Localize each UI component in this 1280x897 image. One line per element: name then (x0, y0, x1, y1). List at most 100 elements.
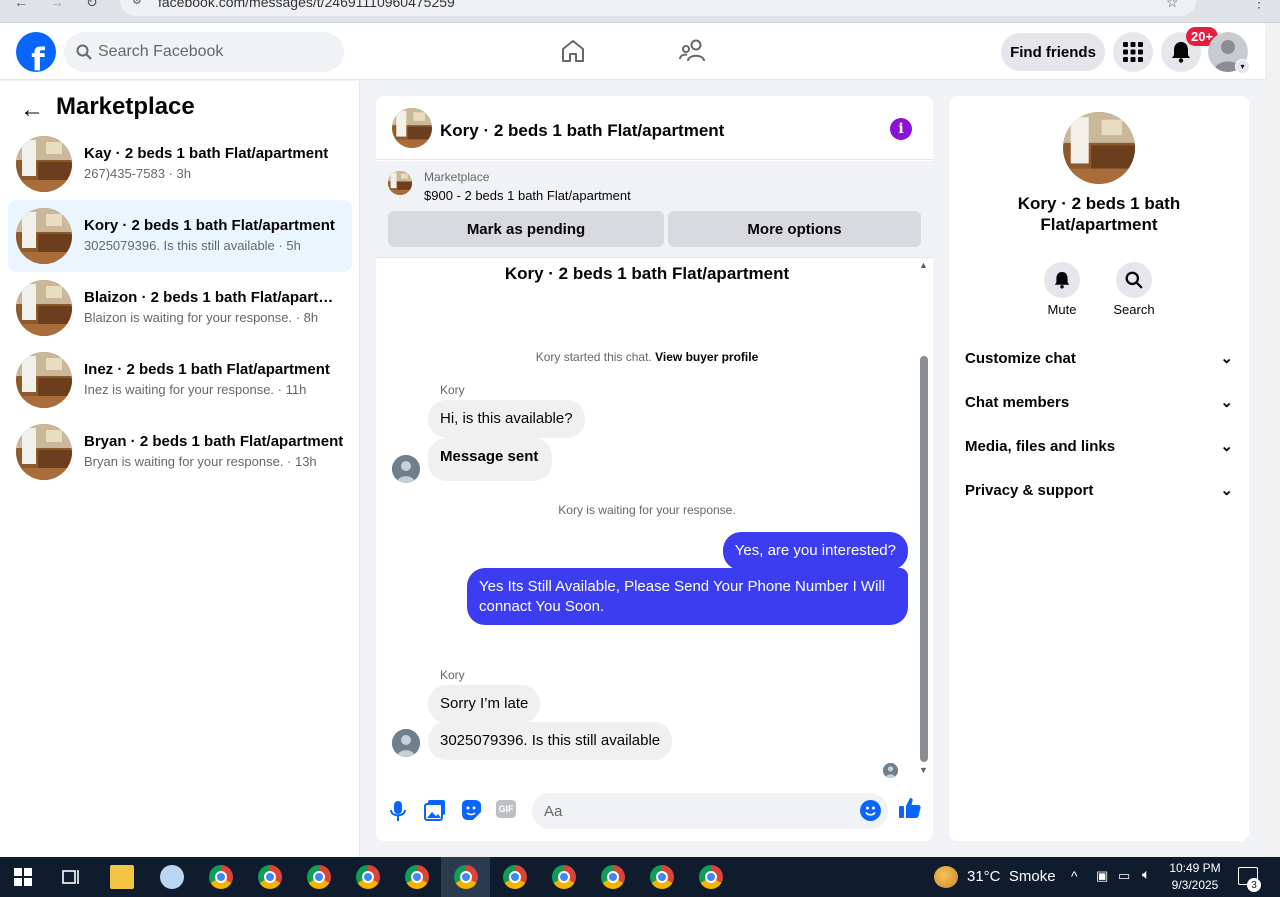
menu-button[interactable] (1113, 32, 1153, 72)
chrome-profile-icon[interactable] (650, 865, 674, 889)
windows-start-icon[interactable] (14, 868, 32, 891)
chat-panel: Kory · 2 beds 1 bath Flat/apartment i Ma… (376, 96, 933, 841)
scroll-down-arrow-icon[interactable]: ▼ (919, 765, 928, 775)
account-chevron-icon[interactable]: ▾ (1235, 59, 1250, 74)
outgoing-message[interactable]: Yes Its Still Available, Please Send You… (467, 568, 908, 625)
listing-thumbnail[interactable] (392, 108, 432, 148)
conversation-snippet: Inez is waiting for your response. · 11h (84, 382, 307, 397)
conversation-thumbnail (16, 352, 72, 408)
volume-icon[interactable]: 🔈︎ (1142, 866, 1150, 883)
chrome-profile-icon[interactable] (503, 865, 527, 889)
page-scrollbar[interactable] (1265, 23, 1280, 857)
incoming-message[interactable]: Message sent (428, 438, 553, 481)
conversation-item[interactable]: Kay · 2 beds 1 bath Flat/apartment 267)43… (8, 128, 352, 200)
scrollbar-thumb[interactable] (920, 356, 928, 762)
conversation-snippet: 267)435-7583 · 3h (84, 166, 191, 181)
search-input[interactable]: Search Facebook (64, 32, 344, 72)
conversation-item[interactable]: Kory · 2 beds 1 bath Flat/apartment 30250… (8, 200, 352, 272)
task-view-icon[interactable] (61, 868, 81, 891)
facebook-logo[interactable]: f (16, 32, 56, 72)
find-friends-button[interactable]: Find friends (1001, 33, 1105, 71)
chrome-profile-icon[interactable] (258, 865, 282, 889)
chrome-profile-icon[interactable] (601, 865, 625, 889)
marketplace-label: Marketplace (424, 170, 490, 184)
chevron-down-icon: ⌄ (1220, 350, 1233, 367)
details-title: Kory · 2 beds 1 bath Flat/apartment (1017, 194, 1181, 235)
conversation-name: Kory · 2 beds 1 bath Flat/apartment (84, 217, 335, 234)
conversation-item[interactable]: Inez · 2 beds 1 bath Flat/apartment Inez … (8, 344, 352, 416)
weather-widget[interactable]: 31°C Smoke (967, 868, 1056, 885)
chat-title[interactable]: Kory · 2 beds 1 bath Flat/apartment (440, 121, 724, 141)
media-files-links-row[interactable]: Media, files and links ⌄ (965, 426, 1233, 466)
conversation-snippet: Bryan is waiting for your response. · 13… (84, 454, 317, 469)
customize-chat-row[interactable]: Customize chat ⌄ (965, 338, 1233, 378)
chrome-profile-icon[interactable] (552, 865, 576, 889)
browser-menu-icon[interactable]: ⋮ (1252, 0, 1266, 11)
conversation-thumbnail (16, 280, 72, 336)
sender-avatar[interactable] (392, 455, 420, 483)
mute-button[interactable] (1044, 262, 1080, 298)
outgoing-message-line: Yes Its Still Available, Please Send You… (479, 578, 886, 595)
listing-price[interactable]: $900 - 2 beds 1 bath Flat/apartment (424, 188, 631, 203)
privacy-support-row[interactable]: Privacy & support ⌄ (965, 470, 1233, 510)
back-arrow-icon[interactable]: ← (20, 96, 44, 124)
outgoing-message[interactable]: Yes, are you interested? (722, 532, 908, 570)
tray-device-icon[interactable]: ▣ (1096, 868, 1108, 884)
file-explorer-icon[interactable] (110, 865, 134, 889)
browser-back-icon[interactable]: ← (14, 0, 28, 10)
thumbs-up-icon[interactable] (898, 796, 922, 820)
chrome-profile-icon[interactable] (307, 865, 331, 889)
incoming-message[interactable]: Hi, is this available? (428, 400, 585, 438)
section-label: Customize chat (965, 349, 1076, 367)
mic-icon[interactable] (388, 799, 412, 823)
chrome-profile-icon[interactable] (356, 865, 380, 889)
site-info-icon[interactable]: ⚙ (132, 0, 142, 7)
search-label: Search (1113, 302, 1155, 317)
chrome-profile-icon[interactable] (454, 865, 478, 889)
photo-icon[interactable] (424, 799, 448, 823)
clock-time: 10:49 PM (1169, 861, 1221, 875)
snipping-tool-icon[interactable] (160, 865, 184, 889)
message-input[interactable]: Aa (532, 793, 888, 829)
chat-header: Kory · 2 beds 1 bath Flat/apartment i (376, 96, 933, 160)
windows-taskbar (0, 857, 1280, 897)
chrome-profile-icon[interactable] (699, 865, 723, 889)
conversation-thumbnail (16, 208, 72, 264)
mark-pending-button[interactable]: Mark as pending (388, 211, 664, 247)
apps-grid-icon (1123, 42, 1143, 62)
scroll-up-arrow-icon[interactable]: ▲ (919, 260, 928, 270)
bell-icon (1054, 272, 1070, 289)
search-in-chat-button[interactable] (1116, 262, 1152, 298)
gif-icon[interactable]: GIF (496, 800, 516, 818)
chrome-icon[interactable] (209, 865, 233, 889)
tray-overflow-icon[interactable]: ^ (1071, 868, 1078, 884)
network-icon[interactable]: ▭ (1118, 868, 1130, 884)
incoming-message[interactable]: Sorry I’m late (428, 685, 541, 723)
conversation-name: Inez · 2 beds 1 bath Flat/apartment (84, 361, 330, 378)
friends-icon[interactable] (679, 38, 707, 69)
chat-members-row[interactable]: Chat members ⌄ (965, 382, 1233, 422)
browser-forward-icon[interactable]: → (50, 0, 64, 10)
search-icon (76, 44, 92, 60)
clock[interactable]: 10:49 PM 9/3/2025 (1165, 860, 1225, 895)
bookmark-star-icon[interactable]: ☆ (1166, 0, 1179, 11)
browser-reload-icon[interactable]: ↻ (86, 0, 98, 11)
incoming-message[interactable]: 3025079396. Is this still available (428, 722, 673, 760)
chrome-profile-icon[interactable] (405, 865, 429, 889)
listing-thumbnail-small[interactable] (388, 171, 412, 195)
conversation-name: Kay · 2 beds 1 bath Flat/apartment (84, 145, 329, 162)
message-input-placeholder: Aa (544, 802, 563, 820)
temperature: 31°C (967, 868, 1001, 885)
emoji-icon[interactable] (860, 800, 881, 821)
sticker-icon[interactable] (460, 799, 484, 823)
conversation-name: Blaizon · 2 beds 1 bath Flat/apartm... (84, 289, 344, 306)
read-receipt-avatar (883, 763, 898, 778)
sender-avatar[interactable] (392, 729, 420, 757)
conversation-item[interactable]: Blaizon · 2 beds 1 bath Flat/apartm... Bl… (8, 272, 352, 344)
view-buyer-profile-link[interactable]: View buyer profile (655, 350, 758, 364)
conversation-item[interactable]: Bryan · 2 beds 1 bath Flat/apartment Brya… (8, 416, 352, 488)
listing-photo[interactable] (1063, 112, 1135, 184)
home-icon[interactable] (560, 38, 586, 69)
info-icon[interactable]: i (890, 118, 912, 140)
more-options-button[interactable]: More options (668, 211, 921, 247)
